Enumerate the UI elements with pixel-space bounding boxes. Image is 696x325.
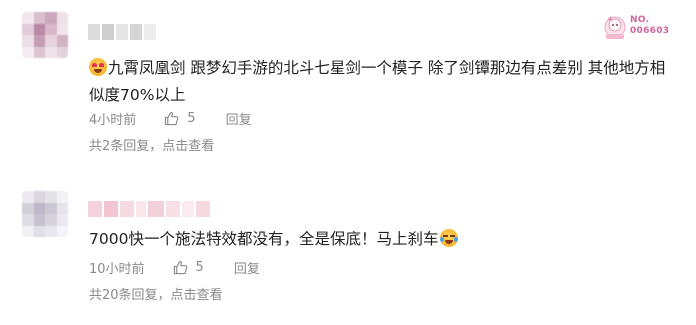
- reply-button[interactable]: 回复: [234, 258, 260, 277]
- comment-item: 7000快一个施法特效都没有，全是保底！马上刹车 10小时前 5 回复 共20条…: [0, 181, 696, 325]
- like-button[interactable]: 5: [164, 111, 196, 126]
- view-replies-link[interactable]: 共20条回复，点击查看: [89, 284, 223, 303]
- avatar[interactable]: [22, 12, 68, 58]
- comment-meta: 4小时前 5 回复: [89, 109, 252, 128]
- badge-number: NO. 006603: [630, 15, 670, 36]
- laughing-tears-emoji-icon: [440, 229, 459, 247]
- heart-eyes-emoji-icon: [89, 58, 107, 76]
- reply-button[interactable]: 回复: [226, 109, 252, 128]
- comment-text: 九霄凤凰剑 跟梦幻手游的北斗七星剑一个模子 除了剑镡那边有点差别 其他地方相似度…: [89, 58, 666, 104]
- comment-meta: 10小时前 5 回复: [89, 258, 260, 277]
- avatar[interactable]: [22, 191, 68, 237]
- fan-number-badge: NO. 006603: [602, 12, 674, 42]
- thumbs-up-icon: [173, 260, 187, 275]
- like-count: 5: [195, 260, 204, 275]
- comment-time: 10小时前: [89, 262, 145, 277]
- like-count: 5: [187, 111, 196, 126]
- username-blurred[interactable]: [88, 24, 156, 40]
- username-blurred[interactable]: [88, 201, 210, 217]
- comment-text: 7000快一个施法特效都没有，全是保底！马上刹车: [89, 226, 674, 253]
- like-button[interactable]: 5: [173, 260, 204, 275]
- comment-time: 4小时前: [89, 113, 137, 128]
- thumbs-up-icon: [165, 111, 179, 126]
- view-replies-link[interactable]: 共2条回复，点击查看: [89, 135, 214, 154]
- comment-item: NO. 006603 九霄凤凰剑 跟梦幻手游的北斗七星剑一个模子 除了剑镡那边有…: [0, 0, 696, 160]
